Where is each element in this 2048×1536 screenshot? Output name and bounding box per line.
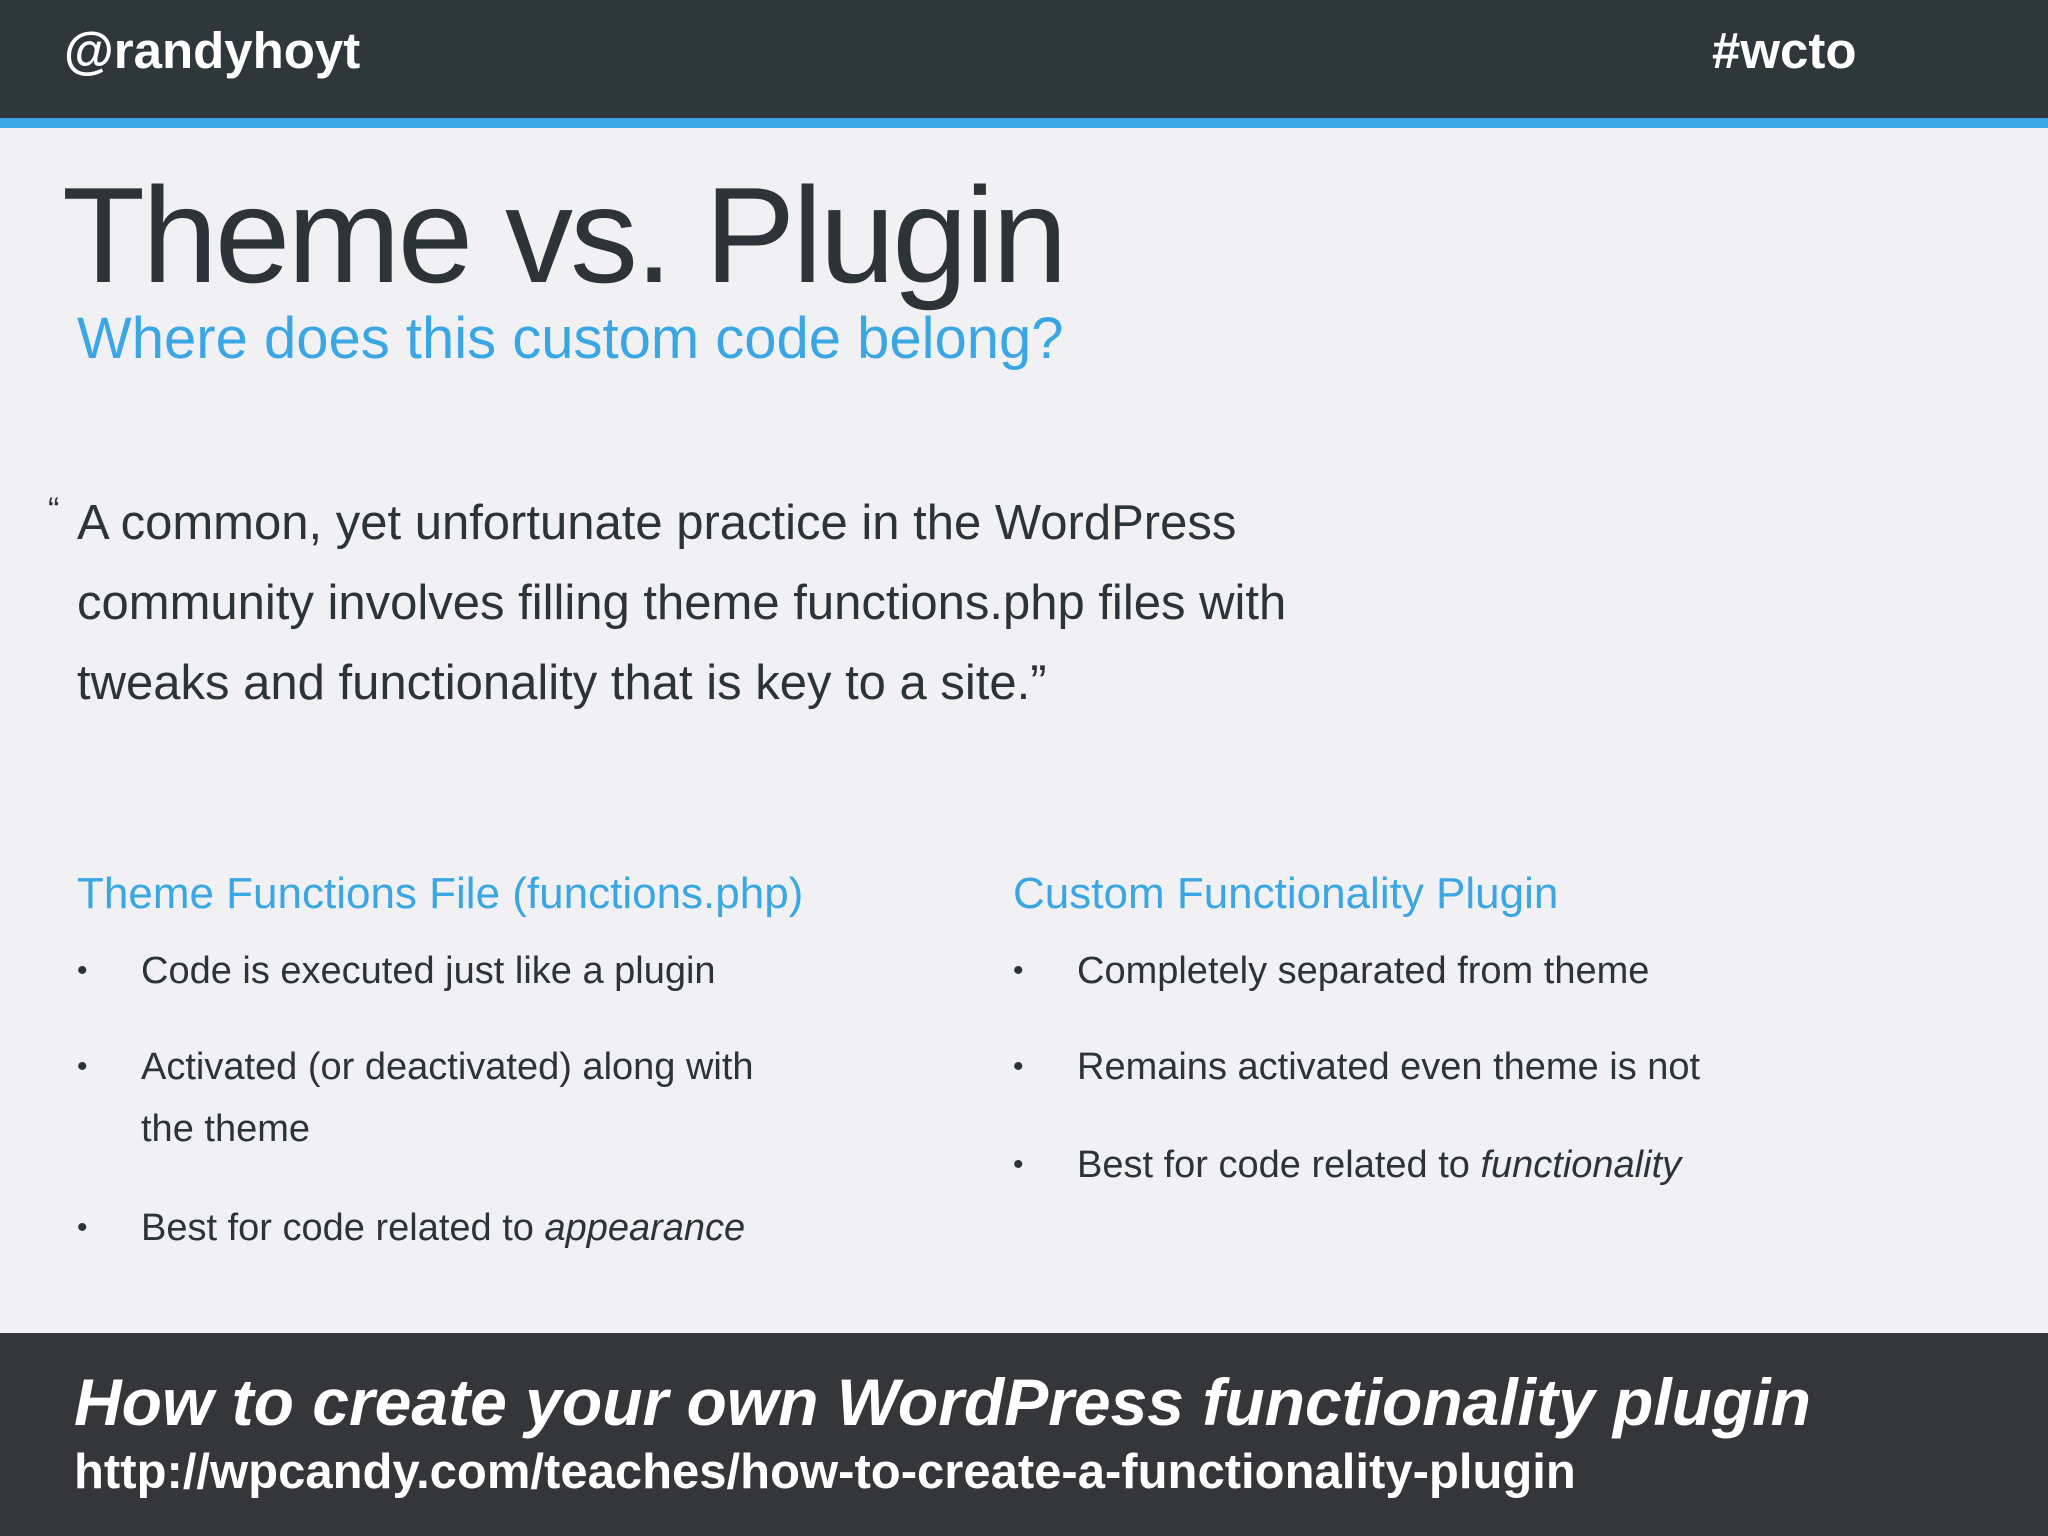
quote-line: A common, yet unfortunate practice in th… <box>77 496 1237 550</box>
bullet-icon: • <box>1013 1148 1024 1181</box>
bullet-icon: • <box>1013 1050 1024 1083</box>
bullet-text-line: Activated (or deactivated) along with <box>141 1046 754 1088</box>
footer-url: http://wpcandy.com/teaches/how-to-create… <box>74 1445 1576 1499</box>
bullet-icon: • <box>77 954 88 987</box>
quote-line: tweaks and functionality that is key to … <box>77 656 1047 710</box>
bullet-text: Best for code related to appearance <box>141 1197 745 1259</box>
bullet-text: Best for code related to functionality <box>1077 1134 1681 1196</box>
bullet-icon: • <box>1013 954 1024 987</box>
quote-block: A common, yet unfortunate practice in th… <box>77 483 1397 723</box>
right-column-heading: Custom Functionality Plugin <box>1013 869 1559 918</box>
bullet-text-prefix: Best for code related to <box>1077 1144 1481 1186</box>
twitter-handle: @randyhoyt <box>64 22 361 79</box>
header-accent-line <box>0 118 2048 128</box>
bullet-icon: • <box>77 1211 88 1244</box>
bullet-text-prefix: Best for code related to <box>141 1207 545 1249</box>
left-column-heading: Theme Functions File (functions.php) <box>77 869 804 918</box>
bullet-text: Activated (or deactivated) along with th… <box>141 1036 754 1160</box>
slide-title: Theme vs. Plugin <box>62 159 1068 311</box>
bullet-text: Completely separated from theme <box>1077 950 1650 992</box>
bullet-icon: • <box>77 1050 88 1083</box>
event-hashtag: #wcto <box>1712 22 1857 79</box>
slide-subtitle: Where does this custom code belong? <box>77 306 1064 371</box>
footer-title: How to create your own WordPress functio… <box>74 1365 1811 1439</box>
bullet-text-line: the theme <box>141 1108 310 1150</box>
bullet-text-emphasis: appearance <box>544 1207 746 1249</box>
bullet-text: Code is executed just like a plugin <box>141 950 716 992</box>
bullet-text: Remains activated even theme is not <box>1077 1046 1701 1088</box>
quote-open-mark: “ <box>48 491 60 529</box>
bullet-text-emphasis: functionality <box>1480 1144 1682 1186</box>
quote-line: community involves filling theme functio… <box>77 576 1287 630</box>
